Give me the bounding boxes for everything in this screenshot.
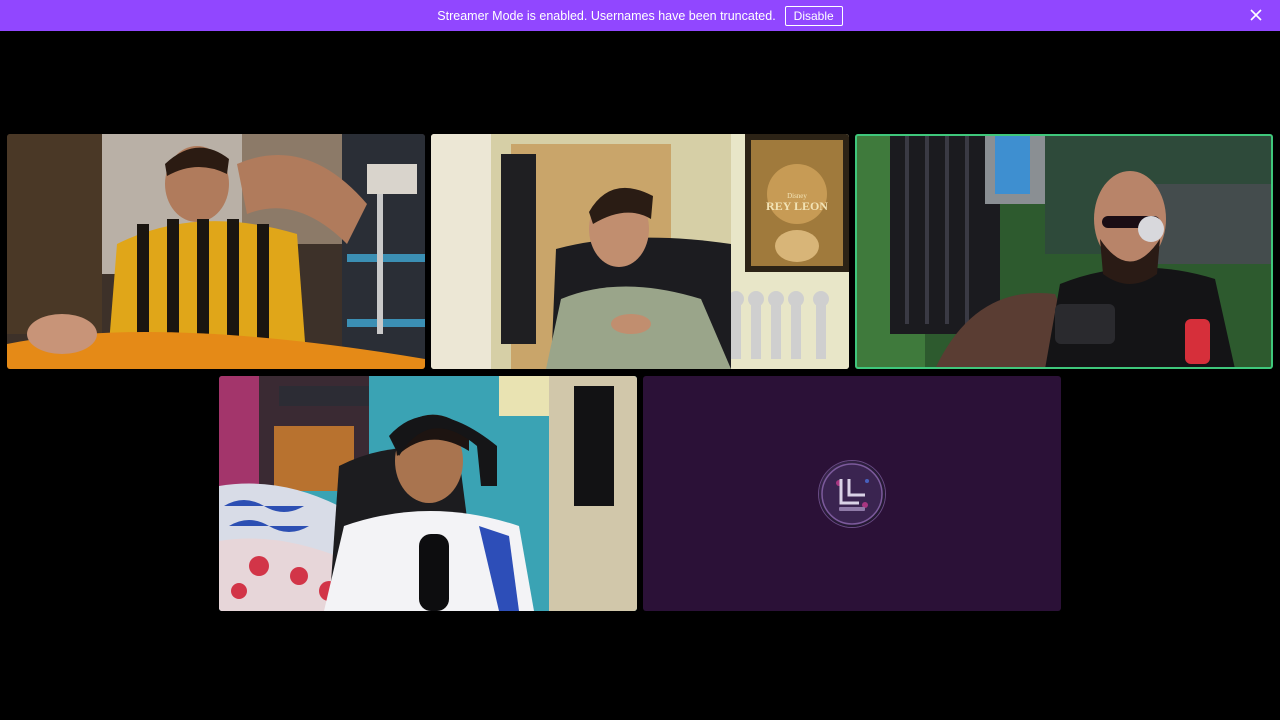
avatar-tile-participant-5[interactable] [643, 376, 1061, 611]
svg-text:REY LEON: REY LEON [766, 199, 828, 213]
close-icon[interactable] [1249, 8, 1263, 22]
streamer-mode-banner: Streamer Mode is enabled. Usernames have… [0, 0, 1280, 31]
disable-streamer-mode-button[interactable]: Disable [784, 5, 843, 26]
svg-text:Disney: Disney [787, 192, 807, 200]
streamer-mode-message: Streamer Mode is enabled. Usernames have… [437, 8, 776, 23]
video-tile-participant-3[interactable] [855, 134, 1273, 369]
video-tile-participant-1[interactable] [7, 134, 425, 369]
participant-4-video [219, 376, 637, 611]
avatar [819, 460, 885, 527]
participant-3-video [855, 134, 1273, 369]
participant-1-video [7, 134, 425, 369]
participant-2-video: REY LEON Disney [431, 134, 849, 369]
logo-icon [821, 462, 883, 525]
video-tile-participant-2[interactable]: REY LEON Disney [431, 134, 849, 369]
video-tile-participant-4[interactable] [219, 376, 637, 611]
